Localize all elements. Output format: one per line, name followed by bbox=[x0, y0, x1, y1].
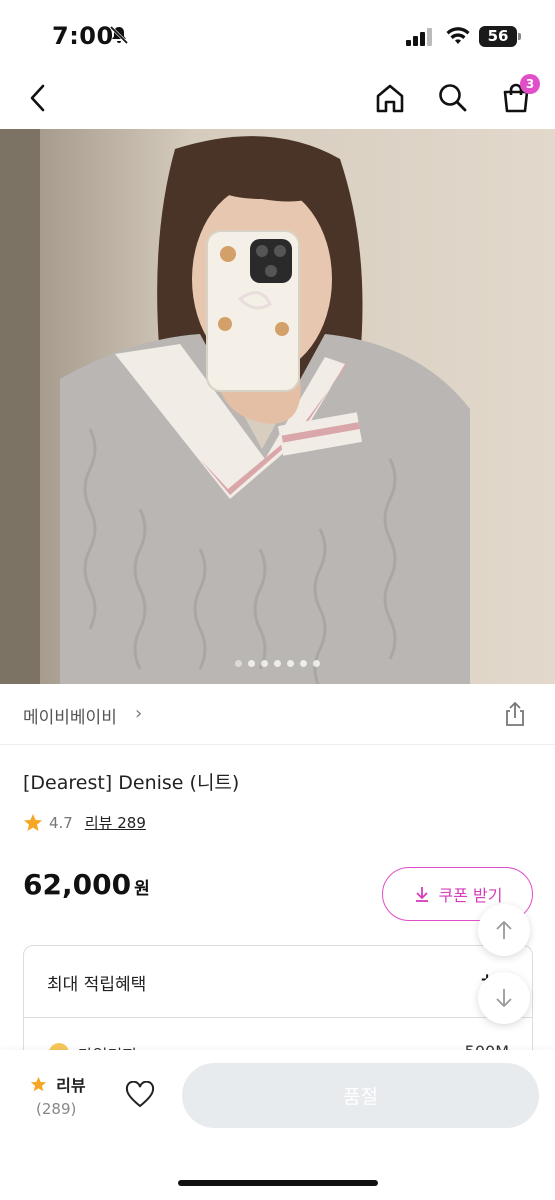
bottom-review-button[interactable]: 리뷰 (289) bbox=[30, 1072, 86, 1118]
pagination-dot[interactable] bbox=[274, 660, 281, 667]
price: 62,000 bbox=[23, 868, 132, 901]
scroll-down-button[interactable] bbox=[478, 972, 530, 1024]
price-row: 62,000 원 bbox=[23, 868, 150, 901]
pagination-dot[interactable] bbox=[235, 660, 242, 667]
arrow-up-icon bbox=[496, 920, 512, 939]
product-image[interactable] bbox=[0, 129, 555, 684]
back-button[interactable] bbox=[20, 80, 56, 116]
arrow-down-icon bbox=[496, 989, 512, 1008]
star-icon bbox=[30, 1076, 47, 1092]
brand-row: 메이비베이비 › bbox=[0, 685, 555, 745]
battery-indicator: 56 bbox=[479, 26, 521, 47]
cellular-signal-icon bbox=[406, 28, 432, 46]
product-photo bbox=[0, 129, 555, 684]
status-bar: 7:00 56 bbox=[0, 0, 555, 70]
brand-link[interactable]: 메이비베이비 bbox=[23, 703, 117, 728]
bottom-review-label: 리뷰 bbox=[56, 1076, 86, 1095]
cart-button[interactable]: 3 bbox=[498, 74, 540, 116]
pagination-dot[interactable] bbox=[287, 660, 294, 667]
pagination-dot[interactable] bbox=[300, 660, 307, 667]
gallery-pagination bbox=[0, 660, 555, 667]
search-button[interactable] bbox=[435, 80, 471, 116]
pagination-dot[interactable] bbox=[261, 660, 268, 667]
chevron-right-icon: › bbox=[135, 703, 143, 724]
product-title: [Dearest] Denise (니트) bbox=[23, 772, 240, 794]
wifi-icon bbox=[446, 27, 470, 44]
soldout-button[interactable]: 품절 bbox=[182, 1063, 539, 1128]
bottom-review-count: (289) bbox=[36, 1100, 77, 1118]
back-icon bbox=[30, 84, 45, 112]
search-icon bbox=[439, 84, 467, 112]
share-icon[interactable] bbox=[501, 700, 529, 728]
home-icon bbox=[376, 84, 404, 113]
currency-label: 원 bbox=[134, 879, 150, 899]
coupon-label: 쿠폰 받기 bbox=[438, 886, 503, 905]
pagination-dot[interactable] bbox=[313, 660, 320, 667]
status-time: 7:00 bbox=[52, 22, 114, 50]
pagination-dot[interactable] bbox=[248, 660, 255, 667]
star-icon bbox=[24, 813, 42, 831]
review-link[interactable]: 리뷰 289 bbox=[85, 812, 146, 833]
rating-row: 4.7 리뷰 289 bbox=[23, 812, 146, 833]
bottom-action-bar: 리뷰 (289) 품절 bbox=[0, 1050, 555, 1200]
nav-bar: 3 bbox=[0, 70, 555, 128]
silent-bell-icon bbox=[109, 25, 129, 45]
download-icon bbox=[415, 887, 428, 902]
home-button[interactable] bbox=[372, 80, 408, 116]
benefit-label: 최대 적립혜택 bbox=[47, 975, 147, 995]
cart-count-badge: 3 bbox=[520, 74, 540, 94]
benefit-header[interactable]: 최대 적립혜택 + 5 bbox=[24, 946, 532, 1018]
scroll-up-button[interactable] bbox=[478, 904, 530, 956]
rating-value: 4.7 bbox=[49, 813, 73, 832]
heart-icon[interactable] bbox=[125, 1081, 155, 1109]
home-indicator bbox=[178, 1180, 378, 1186]
